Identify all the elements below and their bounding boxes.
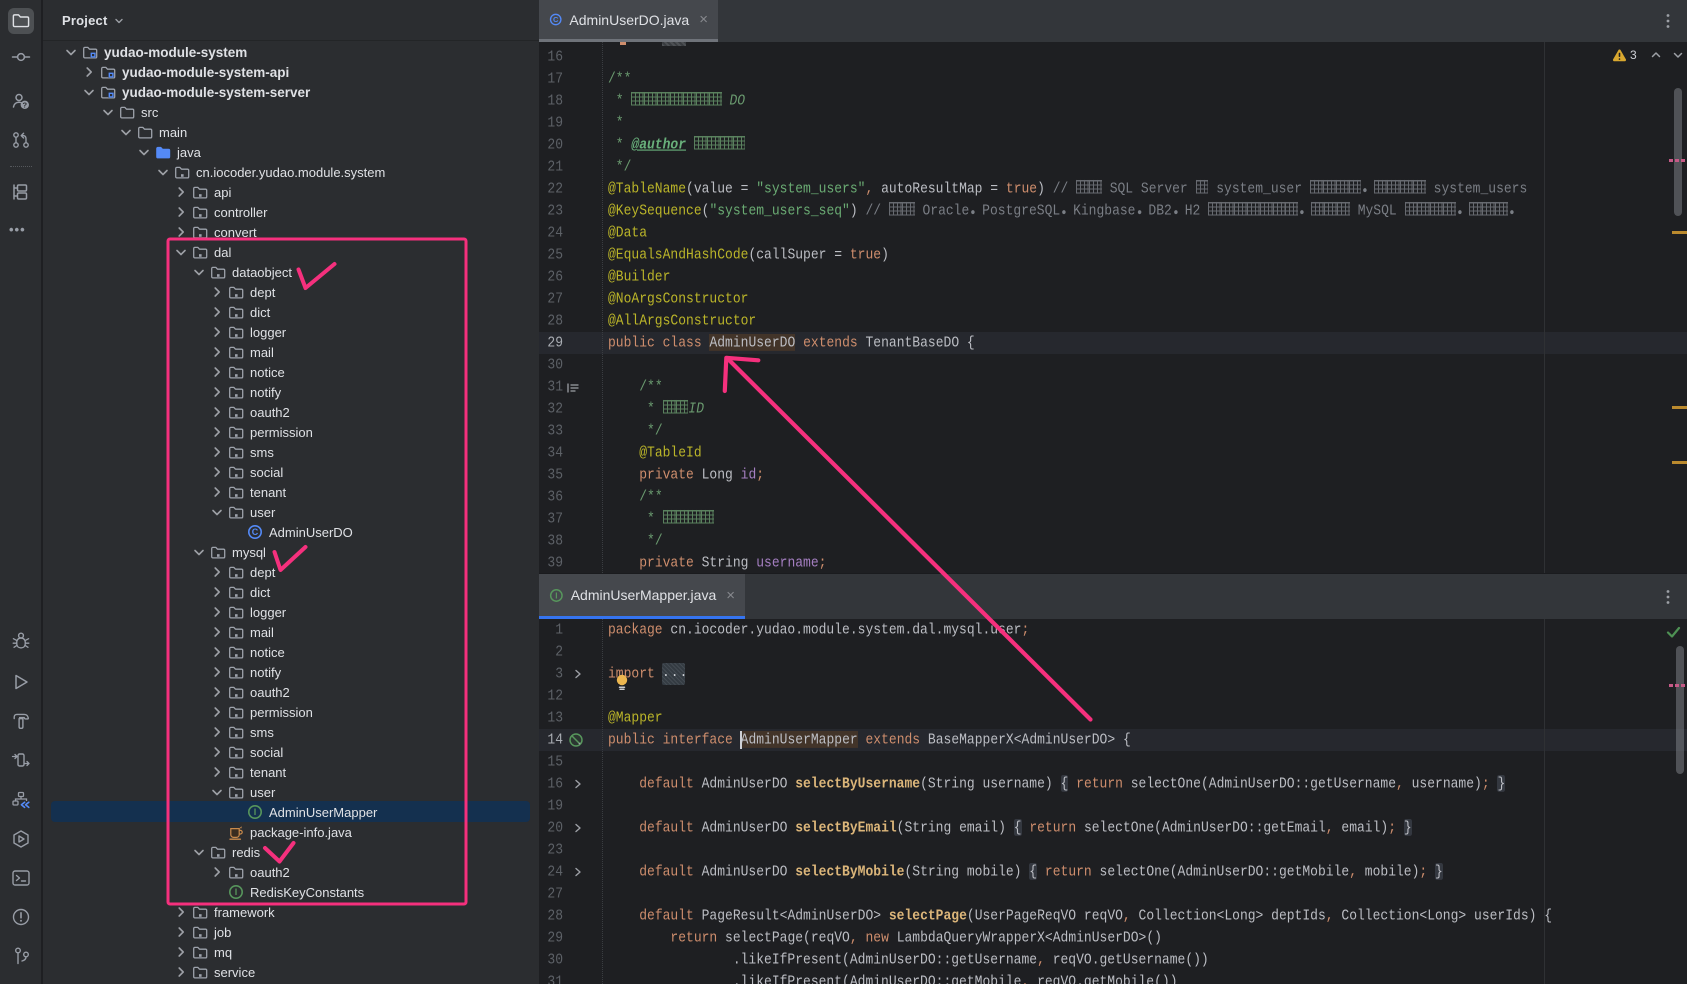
svg-text:?: ? <box>23 101 28 110</box>
